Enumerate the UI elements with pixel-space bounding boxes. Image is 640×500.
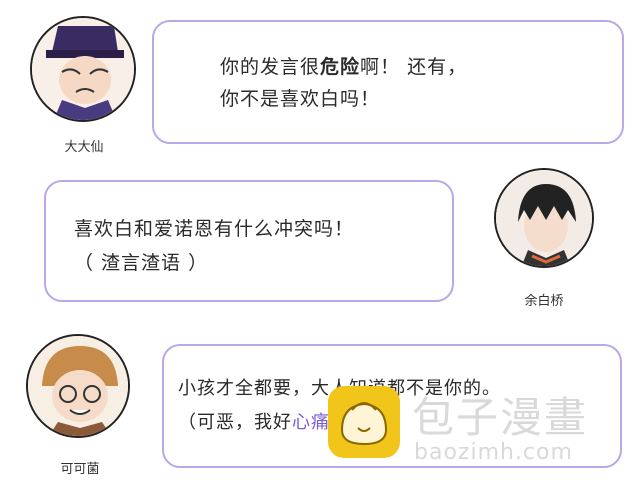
speech-bubble: 你的发言很危险啊！ 还有， 你不是喜欢白吗！ (152, 20, 624, 144)
bubble-text: （可恶，我好 (178, 412, 292, 433)
avatar-kekejun (26, 334, 130, 438)
watermark-brand: 包子漫畫 (412, 393, 589, 442)
bubble-text: 你的发言很 (220, 56, 321, 78)
watermark-url: baozimh.com (414, 440, 573, 465)
bubble-line: 你不是喜欢白吗！ (220, 88, 381, 110)
speech-bubble: 喜欢白和爱诺恩有什么冲突吗！ （ 渣言渣语 ） (44, 180, 454, 302)
yubaiqiao-portrait-icon (496, 170, 592, 266)
bubble-line: （ 渣言渣语 ） (74, 252, 209, 274)
speaker-name: 大大仙 (64, 140, 104, 155)
bubble-text: 啊！ 还有， (360, 56, 468, 78)
dadaxian-portrait-icon (32, 18, 134, 120)
bubble-text-emphasis: 心痛 (292, 412, 330, 433)
bubble-line: 喜欢白和爱诺恩有什么冲突吗！ (74, 218, 355, 240)
avatar-yubaiqiao (494, 168, 594, 268)
speaker-name: 余白桥 (524, 294, 564, 309)
bubble-line: 你的发言很危险啊！ 还有， (220, 52, 622, 79)
watermark-logo-icon (328, 386, 400, 458)
kekejun-portrait-icon (28, 336, 128, 436)
avatar-dadaxian (30, 16, 136, 122)
bubble-text-emphasis: 危险 (320, 56, 361, 78)
speaker-name: 可可菌 (60, 462, 100, 477)
